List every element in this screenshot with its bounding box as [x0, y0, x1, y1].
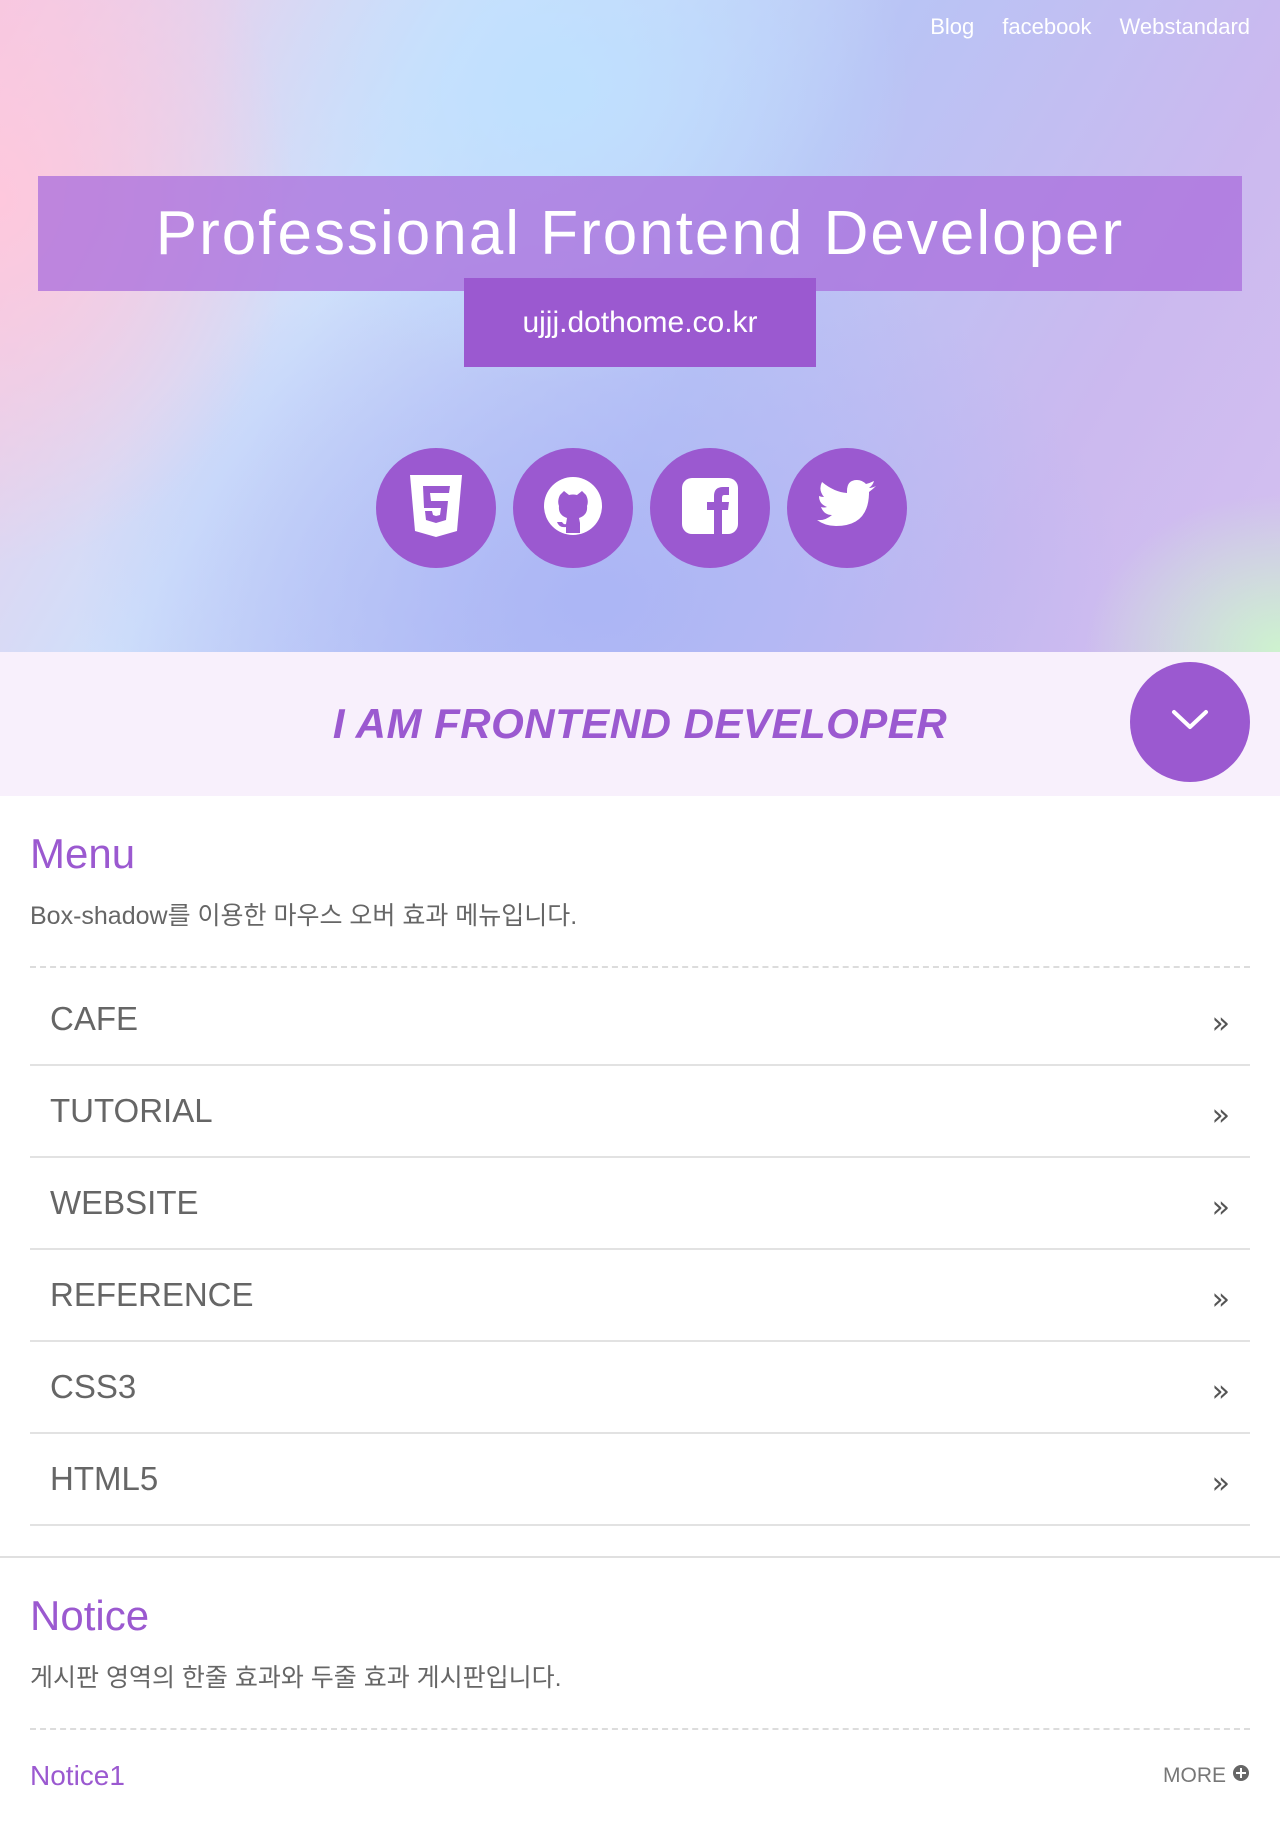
menu-item-reference[interactable]: REFERENCE »	[30, 1250, 1250, 1342]
more-label: MORE	[1163, 1764, 1226, 1787]
double-chevron-right-icon: »	[1211, 1465, 1230, 1501]
menu-description: Box-shadow를 이용한 마우스 오버 효과 메뉴입니다.	[30, 902, 578, 930]
chevron-down-icon	[1170, 708, 1210, 736]
intro-bar: I AM FRONTEND DEVELOPER	[0, 652, 1280, 796]
menu-item-label: CSS3	[50, 1368, 137, 1405]
hero-subtitle-box: ujjj.dothome.co.kr	[464, 278, 816, 367]
notice-header-row: Notice1 MORE	[30, 1760, 1250, 1792]
twitter-button[interactable]	[787, 448, 907, 568]
hero-section: Blog facebook Webstandard Professional F…	[0, 0, 1280, 652]
hero-title: Professional Frontend Developer	[155, 199, 1125, 268]
top-link-blog[interactable]: Blog	[930, 14, 974, 40]
facebook-icon	[680, 476, 740, 540]
top-link-webstandard[interactable]: Webstandard	[1120, 14, 1250, 40]
hero-subtitle: ujjj.dothome.co.kr	[522, 305, 758, 339]
top-link-facebook[interactable]: facebook	[1002, 14, 1091, 40]
menu-item-cafe[interactable]: CAFE »	[30, 974, 1250, 1066]
twitter-icon	[816, 480, 878, 536]
notice-title: Notice	[30, 1592, 150, 1639]
notice-section: Notice 게시판 영역의 한줄 효과와 두줄 효과 게시판입니다. Noti…	[0, 1558, 1280, 1792]
html5-icon	[407, 473, 465, 543]
menu-list: CAFE » TUTORIAL » WEBSITE » REFERENCE » …	[30, 974, 1250, 1526]
double-chevron-right-icon: »	[1211, 1373, 1230, 1409]
intro-heading: I AM FRONTEND DEVELOPER	[332, 700, 948, 747]
notice-description: 게시판 영역의 한줄 효과와 두줄 효과 게시판입니다.	[30, 1664, 562, 1692]
menu-item-html5[interactable]: HTML5 »	[30, 1434, 1250, 1526]
github-icon	[542, 475, 604, 541]
menu-item-label: HTML5	[50, 1460, 159, 1497]
menu-item-label: CAFE	[50, 1000, 139, 1037]
menu-item-css3[interactable]: CSS3 »	[30, 1342, 1250, 1434]
double-chevron-right-icon: »	[1211, 1097, 1230, 1133]
github-button[interactable]	[513, 448, 633, 568]
menu-item-label: REFERENCE	[50, 1276, 254, 1313]
notice-tab-1[interactable]: Notice1	[30, 1760, 125, 1792]
menu-section: Menu Box-shadow를 이용한 마우스 오버 효과 메뉴입니다. CA…	[0, 796, 1280, 1526]
double-chevron-right-icon: »	[1211, 1189, 1230, 1225]
more-button[interactable]: MORE	[1163, 1764, 1250, 1788]
double-chevron-right-icon: »	[1211, 1005, 1230, 1041]
plus-circle-icon	[1232, 1764, 1250, 1788]
top-nav: Blog facebook Webstandard	[930, 14, 1250, 40]
menu-item-tutorial[interactable]: TUTORIAL »	[30, 1066, 1250, 1158]
html5-button[interactable]	[376, 448, 496, 568]
menu-item-label: WEBSITE	[50, 1184, 199, 1221]
facebook-button[interactable]	[650, 448, 770, 568]
notice-divider	[30, 1728, 1250, 1730]
hero-title-box: Professional Frontend Developer	[38, 176, 1242, 291]
menu-item-label: TUTORIAL	[50, 1092, 213, 1129]
menu-item-website[interactable]: WEBSITE »	[30, 1158, 1250, 1250]
scroll-down-button[interactable]	[1130, 662, 1250, 782]
double-chevron-right-icon: »	[1211, 1281, 1230, 1317]
social-icons	[376, 448, 907, 568]
menu-title: Menu	[30, 830, 136, 877]
menu-divider	[30, 966, 1250, 968]
